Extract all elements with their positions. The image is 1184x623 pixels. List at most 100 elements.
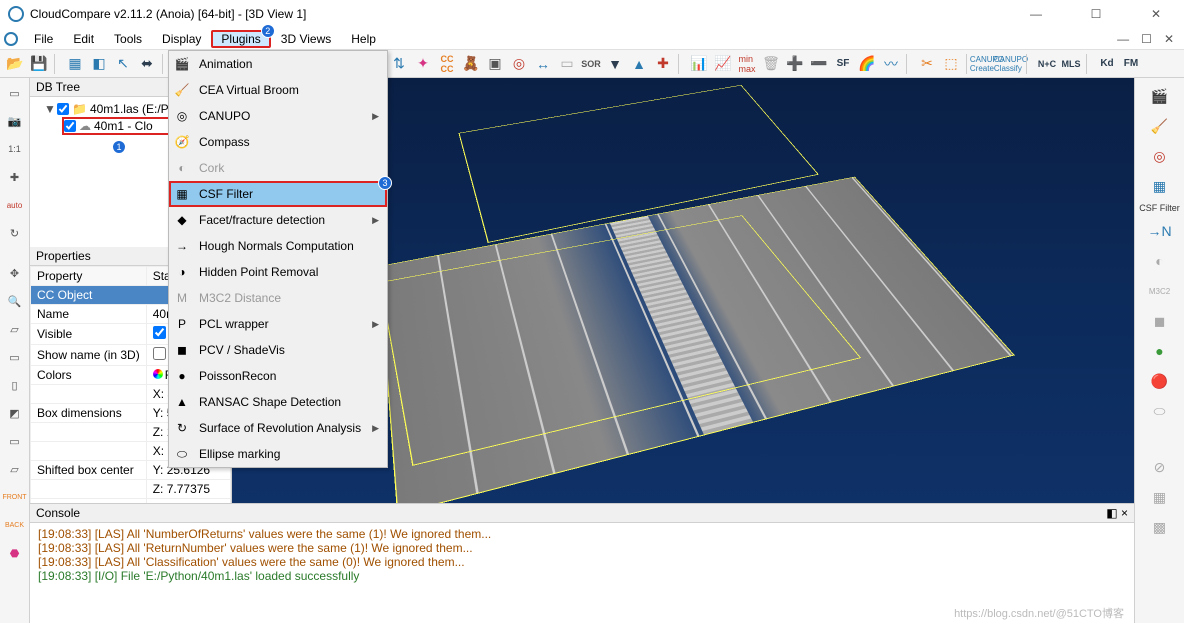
scale-icon[interactable]: 1:1	[4, 138, 26, 160]
level-icon[interactable]: ⬌	[136, 53, 158, 75]
tree-expand-icon[interactable]: ▼	[44, 102, 54, 116]
broom-icon[interactable]: 🧹	[1148, 114, 1172, 138]
menu-help[interactable]: Help	[341, 30, 386, 48]
plugin-item-surface-of-revolution-analysis[interactable]: ↻Surface of Revolution Analysis▶	[169, 415, 387, 441]
plugin-item-pcl-wrapper[interactable]: PPCL wrapper▶	[169, 311, 387, 337]
hpr-icon[interactable]: ◐	[1148, 249, 1172, 273]
plugin-item-poissonrecon[interactable]: ●PoissonRecon	[169, 363, 387, 389]
plugin-item-compass[interactable]: 🧭Compass	[169, 129, 387, 155]
tree-cloud-checkbox[interactable]	[64, 120, 76, 132]
min-icon[interactable]: minmax	[736, 53, 758, 75]
mesh-icon[interactable]: ▲	[628, 53, 650, 75]
canupo2-icon[interactable]: CANUPOClassify	[1000, 53, 1022, 75]
mls-icon[interactable]: MLS	[1060, 53, 1082, 75]
plugin-item-ransac-shape-detection[interactable]: ▲RANSAC Shape Detection	[169, 389, 387, 415]
view-top-icon[interactable]: ▦	[64, 53, 86, 75]
fit-icon[interactable]: ◎	[508, 53, 530, 75]
box-back-icon[interactable]: ▭	[4, 430, 26, 452]
cross-tool-icon[interactable]: ✚	[4, 166, 26, 188]
m3c2-icon[interactable]: M3C2	[1148, 279, 1172, 303]
plugin-item-ellipse-marking[interactable]: ⬭Ellipse marking	[169, 441, 387, 467]
plot-icon[interactable]: 📈	[712, 53, 734, 75]
zoom-icon[interactable]: 🔍	[4, 290, 26, 312]
console-float-icon[interactable]: ◧	[1106, 506, 1117, 520]
plugin-item-pcv-shadevis[interactable]: ◼PCV / ShadeVis	[169, 337, 387, 363]
ssao-icon[interactable]: ▩	[1148, 515, 1172, 539]
move-icon[interactable]: ✥	[4, 262, 26, 284]
ransac-icon[interactable]: 🔴	[1148, 369, 1172, 393]
prop-checkbox[interactable]	[153, 326, 166, 339]
plugin-item-animation[interactable]: 🎬Animation	[169, 51, 387, 77]
mdi-restore-button[interactable]: ☐	[1141, 32, 1152, 46]
menu-edit[interactable]: Edit	[63, 30, 104, 48]
menu-display[interactable]: Display	[152, 30, 211, 48]
plus-icon[interactable]: ➕	[784, 53, 806, 75]
menu-plugins[interactable]: Plugins 2	[211, 30, 270, 48]
pick-icon[interactable]: ↖	[112, 53, 134, 75]
crop-icon[interactable]: ⬚	[940, 53, 962, 75]
minimize-button[interactable]: —	[1016, 7, 1056, 21]
box-bottom-icon[interactable]: ▱	[4, 458, 26, 480]
trash-icon[interactable]: 🗑	[760, 53, 782, 75]
save-icon[interactable]: 💾	[28, 53, 50, 75]
maximize-button[interactable]: ☐	[1076, 7, 1116, 21]
cube-icon[interactable]: ▣	[484, 53, 506, 75]
camera-icon[interactable]: 📷	[4, 110, 26, 132]
dist-icon[interactable]: ↔	[532, 53, 554, 75]
menu-tools[interactable]: Tools	[104, 30, 152, 48]
histogram-icon[interactable]: 📊	[688, 53, 710, 75]
gradient-icon[interactable]: 🌈	[856, 53, 878, 75]
segment-icon[interactable]: ✂	[916, 53, 938, 75]
plugin-item-hough-normals-computation[interactable]: →Hough Normals Computation	[169, 233, 387, 259]
cc-icon[interactable]: CCCC	[436, 53, 458, 75]
mdi-minimize-button[interactable]: —	[1117, 32, 1129, 46]
target-icon[interactable]: ◎	[1148, 144, 1172, 168]
edl-icon[interactable]: ▦	[1148, 485, 1172, 509]
plugin-item-canupo[interactable]: ◎CANUPO▶	[169, 103, 387, 129]
menu-file[interactable]: File	[24, 30, 63, 48]
kd-icon[interactable]: Kd	[1096, 53, 1118, 75]
palette-icon[interactable]: ⬣	[4, 542, 26, 564]
view-iso-icon[interactable]: ◧	[88, 53, 110, 75]
box-side-icon[interactable]: ▯	[4, 374, 26, 396]
plugin-item-cea-virtual-broom[interactable]: 🧹CEA Virtual Broom	[169, 77, 387, 103]
pcv-icon[interactable]: ◼	[1148, 309, 1172, 333]
auto-icon[interactable]: auto	[4, 194, 26, 216]
bear-icon[interactable]: 🧸	[460, 53, 482, 75]
sor-icon[interactable]: SOR	[580, 53, 602, 75]
prop-checkbox[interactable]	[153, 347, 166, 360]
gl-icon[interactable]: ⊘	[1148, 455, 1172, 479]
view-front-icon[interactable]: ▭	[4, 82, 26, 104]
close-button[interactable]: ✕	[1136, 7, 1176, 21]
sf-label-icon[interactable]: SF	[832, 53, 854, 75]
back-label-icon[interactable]: BACK	[4, 514, 26, 536]
wave-icon[interactable]: 〰	[880, 53, 902, 75]
front-label-icon[interactable]: FRONT	[4, 486, 26, 508]
minus-icon[interactable]: ➖	[808, 53, 830, 75]
tree-file-checkbox[interactable]	[57, 103, 69, 115]
box-front-icon[interactable]: ▭	[4, 346, 26, 368]
plugin-item-csf-filter[interactable]: ▦CSF Filter3	[169, 181, 387, 207]
normals-icon[interactable]: →N	[1148, 219, 1172, 243]
open-icon[interactable]: 📂	[4, 53, 26, 75]
cross-icon[interactable]: ✚	[652, 53, 674, 75]
csf-filter-icon[interactable]: ▦	[1148, 174, 1172, 198]
plugin-item-facet-fracture-detection[interactable]: ◆Facet/fracture detection▶	[169, 207, 387, 233]
box-iso-icon[interactable]: ◩	[4, 402, 26, 424]
plugin-item-hidden-point-removal[interactable]: ◑Hidden Point Removal	[169, 259, 387, 285]
console-close-icon[interactable]: ×	[1121, 506, 1128, 520]
left-toolbar: ▭ 📷 1:1 ✚ auto ↻ ✥ 🔍 ▱ ▭ ▯ ◩ ▭ ▱ FRONT B…	[0, 78, 30, 623]
label-icon[interactable]: ▭	[556, 53, 578, 75]
film-icon[interactable]: 🎬	[1148, 84, 1172, 108]
fm-icon[interactable]: FM	[1120, 53, 1142, 75]
box-top-icon[interactable]: ▱	[4, 318, 26, 340]
align-icon[interactable]: ✦	[412, 53, 434, 75]
menu-3dviews[interactable]: 3D Views	[271, 30, 341, 48]
nc-icon[interactable]: N+C	[1036, 53, 1058, 75]
rotate-lock-icon[interactable]: ↻	[4, 222, 26, 244]
mdi-close-button[interactable]: ✕	[1164, 32, 1174, 46]
register-icon[interactable]: ⇅	[388, 53, 410, 75]
ellipse-icon[interactable]: ⬭	[1148, 399, 1172, 423]
poisson-icon[interactable]: ●	[1148, 339, 1172, 363]
filter-icon[interactable]: ▼	[604, 53, 626, 75]
